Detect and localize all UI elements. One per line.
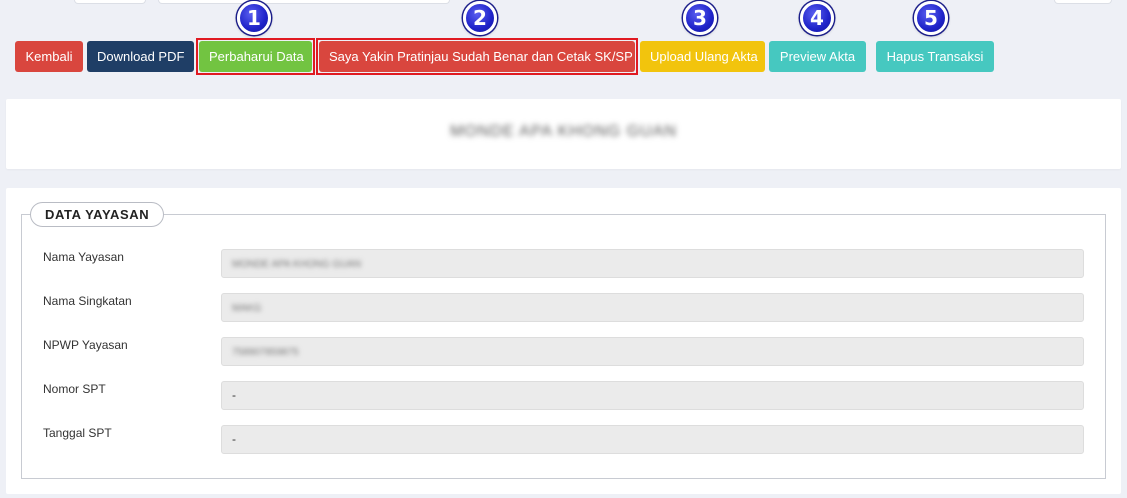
page: 1 2 3 4 5 Kembali Download PDF Perbaharu…	[0, 0, 1127, 498]
field-value-nama-yayasan: MONDE APA KHONG GUAN	[232, 259, 362, 270]
field-value-nama-singkatan: MAKG	[232, 303, 262, 314]
field-label-npwp-yayasan: NPWP Yayasan	[43, 338, 128, 352]
foundation-title-panel: MONDE APA KHONG GUAN	[6, 99, 1121, 169]
field-label-tanggal-spt: Tanggal SPT	[43, 426, 112, 440]
marker-4: 4	[800, 1, 834, 35]
field-input-npwp-yayasan: 758907859875	[221, 337, 1084, 366]
foundation-data-panel: DATA YAYASAN Nama Yayasan MONDE APA KHON…	[6, 188, 1121, 494]
top-control-left[interactable]	[74, 0, 146, 4]
field-label-nama-singkatan: Nama Singkatan	[43, 294, 132, 308]
marker-5: 5	[914, 1, 948, 35]
field-label-nomor-spt: Nomor SPT	[43, 382, 106, 396]
marker-1: 1	[237, 1, 271, 35]
highlight-update-data	[196, 38, 315, 75]
field-input-nama-singkatan: MAKG	[221, 293, 1084, 322]
section-legend: DATA YAYASAN	[30, 202, 165, 227]
field-value-npwp-yayasan: 758907859875	[232, 347, 299, 358]
foundation-title: MONDE APA KHONG GUAN	[450, 123, 677, 140]
field-input-nomor-spt: -	[221, 381, 1084, 410]
top-control-middle[interactable]	[158, 0, 450, 4]
top-toolbar	[0, 0, 1127, 18]
marker-2: 2	[463, 1, 497, 35]
top-control-right[interactable]	[1054, 0, 1112, 4]
highlight-confirm-print	[316, 38, 638, 75]
preview-deed-button[interactable]: Preview Akta	[769, 41, 866, 72]
field-label-nama-yayasan: Nama Yayasan	[43, 250, 124, 264]
marker-3: 3	[683, 1, 717, 35]
field-input-tanggal-spt: -	[221, 425, 1084, 454]
back-button[interactable]: Kembali	[15, 41, 83, 72]
delete-transaction-button[interactable]: Hapus Transaksi	[876, 41, 994, 72]
field-input-nama-yayasan: MONDE APA KHONG GUAN	[221, 249, 1084, 278]
download-pdf-button[interactable]: Download PDF	[87, 41, 194, 72]
reupload-deed-button[interactable]: Upload Ulang Akta	[640, 41, 765, 72]
